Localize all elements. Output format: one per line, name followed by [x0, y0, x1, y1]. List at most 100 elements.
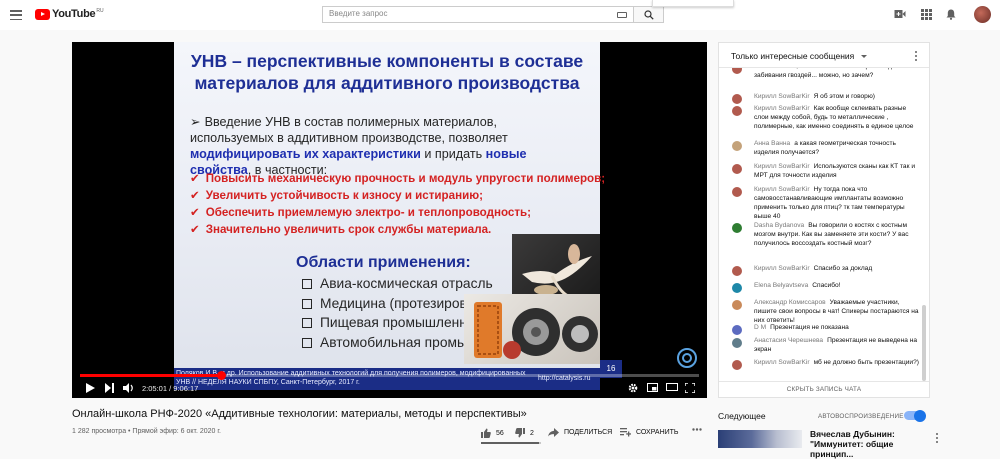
share-button[interactable]: ПОДЕЛИТЬСЯ: [548, 428, 612, 437]
more-vert-icon[interactable]: [915, 51, 918, 61]
progress-bar[interactable]: [80, 371, 699, 380]
benefit-item: ✔ Повысить механическую прочность и модул…: [190, 170, 605, 187]
chat-text: Спасибо!: [812, 282, 841, 289]
chat-filter-dropdown[interactable]: Только интересные сообщения: [731, 51, 854, 61]
chat-messages[interactable]: частного его, как использовать микроскоп…: [719, 68, 924, 379]
chat-avatar[interactable]: [732, 106, 742, 116]
like-button[interactable]: 56: [481, 428, 504, 438]
chat-scrollbar[interactable]: [922, 305, 926, 381]
chat-author[interactable]: D M: [754, 324, 766, 331]
more-actions-button[interactable]: [692, 428, 707, 431]
check-mark-icon: ✔: [190, 206, 200, 219]
slide-title-line1: УНВ – перспективные компоненты в составе: [190, 51, 584, 71]
next-video-thumbnail[interactable]: [718, 430, 802, 448]
player-controls: 2:05:01 / 9:06:17: [72, 371, 707, 398]
chat-avatar[interactable]: [732, 338, 742, 348]
check-mark-icon: ✔: [190, 223, 200, 236]
menu-icon[interactable]: [10, 10, 22, 20]
video-player[interactable]: УНВ – перспективные компоненты в составе…: [72, 42, 707, 398]
chat-avatar[interactable]: [732, 94, 742, 104]
toggle-knob: [914, 409, 926, 422]
chat-author[interactable]: Кирилл SowBarKir: [754, 93, 810, 100]
progress-scrubber[interactable]: [217, 371, 227, 380]
next-icon[interactable]: [105, 383, 114, 393]
checkbox-square-icon: [302, 337, 312, 348]
hide-chat-button[interactable]: СКРЫТЬ ЗАПИСЬ ЧАТА: [719, 381, 929, 398]
search-button[interactable]: [634, 6, 664, 23]
chat-avatar[interactable]: [732, 164, 742, 174]
areas-title: Области применения:: [296, 254, 471, 271]
chat-author[interactable]: Анастасия Черешнева: [754, 337, 823, 344]
chat-avatar[interactable]: [732, 223, 742, 233]
chat-avatar[interactable]: [732, 283, 742, 293]
chat-message-body: частного его, как использовать микроскоп…: [754, 68, 919, 80]
dislike-count: 2: [530, 429, 534, 437]
fullscreen-icon[interactable]: [685, 383, 695, 393]
keyboard-icon[interactable]: [617, 12, 627, 18]
chat-avatar[interactable]: [732, 68, 742, 74]
chat-author[interactable]: Кирилл SowBarKir: [754, 186, 810, 193]
chat-avatar[interactable]: [732, 360, 742, 370]
chat-author[interactable]: Анна Ванна: [754, 140, 790, 147]
chat-message-body: D M Презентация не показана: [754, 323, 919, 332]
chat-message-body: Кирилл SowBarKir мб не должно быть презен…: [754, 358, 919, 367]
save-button[interactable]: СОХРАНИТЬ: [620, 428, 679, 437]
create-video-icon[interactable]: [894, 9, 906, 19]
chat-avatar[interactable]: [732, 266, 742, 276]
arrow-bullet-icon: ➢: [190, 115, 201, 129]
live-chat-panel: Только интересные сообщения частного его…: [718, 42, 930, 398]
benefit-text: Повысить механическую прочность и модуль…: [205, 172, 606, 185]
settings-gear-icon[interactable]: [628, 383, 638, 393]
chevron-down-icon[interactable]: [861, 55, 867, 58]
checkbox-square-icon: [302, 279, 312, 289]
more-horiz-icon: [692, 428, 702, 431]
chat-author[interactable]: Кирилл SowBarKir: [754, 163, 810, 170]
like-ratio-fill: [481, 442, 539, 444]
account-avatar[interactable]: [974, 6, 991, 23]
chat-message-body: Александр Комиссаров Уважаемые участники,…: [754, 298, 919, 325]
benefit-text: Обеспечить приемлемую электро- и теплопр…: [205, 206, 532, 219]
benefit-text: Увеличить устойчивость к износу и истира…: [205, 189, 483, 202]
share-label: ПОДЕЛИТЬСЯ: [564, 429, 613, 436]
miniplayer-icon[interactable]: [647, 383, 658, 392]
printed-wheels-photo: [464, 294, 600, 364]
dislike-button[interactable]: 2: [515, 428, 534, 438]
next-video-more-icon[interactable]: [936, 433, 939, 443]
chat-author[interactable]: Кирилл SowBarKir: [754, 359, 810, 366]
benefit-text: Значительно увеличить срок службы матери…: [205, 223, 492, 236]
theater-mode-icon[interactable]: [666, 383, 678, 391]
chat-author[interactable]: Александр Комиссаров: [754, 299, 826, 306]
play-icon[interactable]: [86, 383, 95, 393]
channel-watermark-icon[interactable]: [676, 347, 698, 369]
chat-avatar[interactable]: [732, 187, 742, 197]
chat-message-body: Elena Belyavtseva Спасибо!: [754, 281, 919, 290]
chat-avatar[interactable]: [732, 141, 742, 151]
logo-region: RU: [96, 8, 104, 14]
area-text: Авиа-космическая отрасль: [320, 276, 493, 291]
thumbs-down-icon: [515, 428, 525, 438]
chat-avatar[interactable]: [732, 325, 742, 335]
next-video-title[interactable]: Вячеслав Дубынин: "Иммунитет: общие прин…: [810, 429, 928, 459]
chat-message-body: Кирилл SowBarKir Спасибо за доклад: [754, 264, 919, 273]
apps-grid-icon[interactable]: [921, 9, 932, 20]
check-mark-icon: ✔: [190, 172, 200, 185]
youtube-logo[interactable]: YouTube RU: [35, 8, 104, 20]
autoplay-toggle[interactable]: [904, 409, 926, 422]
area-item: Авиа-космическая отрасль: [302, 274, 537, 294]
presentation-slide: УНВ – перспективные компоненты в составе…: [174, 42, 605, 372]
notifications-bell-icon[interactable]: [946, 9, 956, 20]
like-count: 56: [496, 429, 504, 437]
chat-text: частного его, как использовать микроскоп…: [754, 68, 899, 79]
search-icon: [644, 10, 654, 20]
chat-author[interactable]: Dasha Bydanova: [754, 222, 804, 229]
chat-author[interactable]: Elena Belyavtseva: [754, 282, 808, 289]
benefit-list: ✔ Повысить механическую прочность и модул…: [190, 170, 605, 238]
chat-author[interactable]: Кирилл SowBarKir: [754, 105, 810, 112]
chat-avatar[interactable]: [732, 300, 742, 310]
logo-text: YouTube: [52, 8, 96, 20]
volume-icon[interactable]: [123, 383, 134, 393]
playlist-add-icon: [620, 428, 631, 437]
search-input[interactable]: Введите запрос: [322, 6, 634, 23]
chat-author[interactable]: Кирилл SowBarKir: [754, 265, 810, 272]
chat-text: мб не должно быть презентации?): [813, 359, 919, 366]
